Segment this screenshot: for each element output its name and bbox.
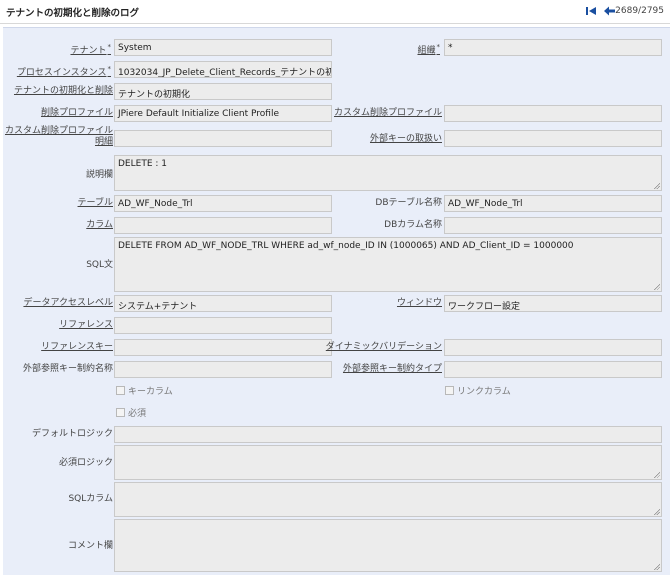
window-title: テナントの初期化と削除のログ [6, 8, 140, 19]
tenant-label[interactable]: テナント* [70, 42, 111, 57]
sql-field[interactable]: DELETE FROM AD_WF_NODE_TRL WHERE ad_wf_n… [114, 237, 662, 292]
first-record-icon[interactable] [585, 5, 597, 17]
fk-handling-field[interactable] [444, 130, 662, 147]
org-field[interactable]: * [444, 39, 662, 56]
window-header: テナントの初期化と削除のログ 2689/2795 [0, 0, 670, 24]
tenant-init-delete-label[interactable]: テナントの初期化と削除 [14, 86, 113, 97]
sql-column-field[interactable] [114, 482, 662, 517]
resize-grip-icon[interactable] [653, 283, 660, 290]
resize-grip-icon[interactable] [653, 182, 660, 189]
resize-grip-icon[interactable] [653, 508, 660, 515]
comment-field[interactable] [114, 519, 662, 572]
default-logic-label: デフォルトロジック [31, 429, 113, 439]
db-table-name-field[interactable]: AD_WF_Node_Trl [444, 195, 662, 212]
window-label[interactable]: ウィンドウ [397, 298, 442, 309]
reference-field[interactable] [114, 317, 332, 334]
checkbox-box[interactable] [116, 408, 125, 417]
fk-constraint-type-field[interactable] [444, 361, 662, 378]
custom-delete-profile-label[interactable]: カスタム削除プロファイル [334, 108, 442, 119]
db-column-name-field[interactable] [444, 217, 662, 234]
db-column-name-label: DBカラム名称 [384, 220, 442, 230]
tenant-field[interactable]: System [114, 39, 332, 56]
sql-column-label: SQLカラム [68, 494, 113, 504]
link-column-label: リンクカラム [457, 387, 511, 397]
reference-label[interactable]: リファレンス [59, 320, 113, 331]
description-label: 説明欄 [85, 170, 113, 180]
link-column-checkbox[interactable]: リンクカラム [445, 384, 511, 397]
sql-label: SQL文 [86, 260, 113, 270]
previous-record-icon[interactable] [603, 5, 616, 17]
mandatory-logic-field[interactable] [114, 445, 662, 480]
data-access-level-label[interactable]: データアクセスレベル [23, 298, 113, 309]
checkbox-box[interactable] [116, 386, 125, 395]
column-field[interactable] [114, 217, 332, 234]
mandatory-logic-label: 必須ロジック [58, 458, 113, 468]
custom-delete-profile-detail-field[interactable] [114, 130, 332, 147]
dynamic-validation-field[interactable] [444, 339, 662, 356]
custom-delete-profile-detail-label[interactable]: カスタム削除プロファイル 明細 [3, 126, 113, 148]
fk-constraint-name-label: 外部参照キー制約名称 [22, 364, 113, 374]
process-instance-label[interactable]: プロセスインスタンス* [17, 64, 111, 79]
custom-delete-profile-field[interactable] [444, 105, 662, 122]
mandatory-checkbox[interactable]: 必須 [116, 406, 146, 419]
comment-label: コメント欄 [67, 541, 113, 551]
record-counter: 2689/2795 [615, 6, 664, 16]
org-label[interactable]: 組織* [417, 42, 440, 57]
dynamic-validation-label[interactable]: ダイナミックバリデーション [326, 342, 442, 353]
column-label[interactable]: カラム [86, 220, 113, 231]
checkbox-box[interactable] [445, 386, 454, 395]
mandatory-label: 必須 [128, 409, 147, 419]
delete-profile-label[interactable]: 削除プロファイル [41, 108, 113, 119]
window-field[interactable]: ワークフロー設定 [444, 295, 662, 312]
fk-constraint-type-label[interactable]: 外部参照キー制約タイプ [343, 364, 442, 375]
fk-constraint-name-field[interactable] [114, 361, 332, 378]
resize-grip-icon[interactable] [653, 563, 660, 570]
db-table-name-label: DBテーブル名称 [375, 198, 442, 208]
description-field[interactable]: DELETE : 1 [114, 155, 662, 191]
resize-grip-icon[interactable] [653, 471, 660, 478]
reference-key-field[interactable] [114, 339, 332, 356]
tenant-init-delete-field[interactable]: テナントの初期化 [114, 83, 332, 100]
process-instance-field[interactable]: 1032034_JP_Delete_Client_Records_テナントの初期… [114, 61, 332, 78]
table-field[interactable]: AD_WF_Node_Trl [114, 195, 332, 212]
data-access-level-field[interactable]: システム+テナント [114, 295, 332, 312]
table-label[interactable]: テーブル [78, 198, 113, 209]
key-column-checkbox[interactable]: キーカラム [116, 384, 173, 397]
default-logic-field[interactable] [114, 426, 662, 443]
key-column-label: キーカラム [128, 387, 173, 397]
fk-handling-label[interactable]: 外部キーの取扱い [370, 134, 442, 145]
delete-profile-field[interactable]: JPiere Default Initialize Client Profile [114, 105, 332, 122]
reference-key-label[interactable]: リファレンスキー [41, 342, 113, 353]
